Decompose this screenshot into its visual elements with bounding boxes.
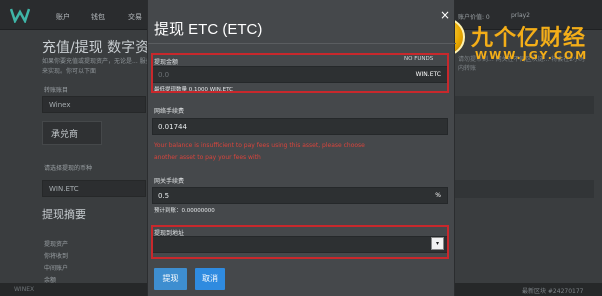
nav-wallet[interactable]: 钱包 (91, 12, 105, 22)
fee-input[interactable]: 0.01744 (152, 118, 448, 135)
summary-list: 提现资产 你将收到 中间账户 余额 (44, 239, 68, 287)
modal-title: 提现 ETC (ETC) (154, 21, 263, 38)
gateway-fee-input[interactable]: 0.5 % (152, 187, 448, 204)
withdraw-button[interactable]: 提现 (154, 268, 187, 290)
fee-value: 0.01744 (158, 123, 187, 131)
nav-exchange[interactable]: 交易 (128, 12, 142, 22)
close-icon[interactable]: × (440, 8, 450, 22)
nav-account[interactable]: 账户 (56, 12, 70, 22)
estimate-hint: 预计到账：0.00000000 (154, 208, 215, 214)
error-message: Your balance is insufficient to pay fees… (154, 142, 365, 161)
right-panel-bar (454, 96, 594, 114)
list-item: 中间账户 (44, 265, 69, 272)
divider (148, 43, 456, 44)
list-item: 提现资产 (44, 241, 69, 248)
address-highlight (151, 225, 449, 259)
right-panel-bar (454, 180, 594, 198)
latest-block: 最新区块 #24270177 (522, 288, 584, 295)
status-left: WINEX (14, 286, 35, 293)
acceptor-box[interactable]: 承兑商 (42, 121, 102, 145)
gateway-fee-unit: % (435, 192, 441, 199)
gateway-fee-label: 网关手续费 (154, 178, 185, 185)
fee-label: 网络手续费 (154, 108, 185, 115)
withdraw-modal: 提现 ETC (ETC) × 提现金额 NO FUNDS 0.0 WIN.ETC… (147, 0, 456, 296)
gateway-fee-value: 0.5 (158, 192, 170, 200)
cancel-button[interactable]: 取消 (195, 268, 225, 290)
page-title: 充值/提现 数字资产 (42, 40, 164, 56)
asset-select[interactable]: WIN.ETC (42, 180, 146, 197)
page-description: 如果你要充值或提现资产，无论是... 服务来实现。你可以下面 (42, 58, 152, 75)
summary-title: 提现摘要 (42, 208, 86, 221)
app-logo[interactable] (10, 7, 30, 23)
asset-label: 请选择提现的币种 (44, 165, 93, 172)
account-select[interactable]: Winex (42, 96, 146, 113)
list-item: 你将收到 (44, 253, 69, 260)
amount-highlight (151, 53, 449, 93)
account-label: 转账账目 (44, 87, 69, 94)
watermark-title: 九个亿财经 (471, 26, 587, 51)
watermark-url: WWW.JGY.COM (475, 49, 589, 62)
